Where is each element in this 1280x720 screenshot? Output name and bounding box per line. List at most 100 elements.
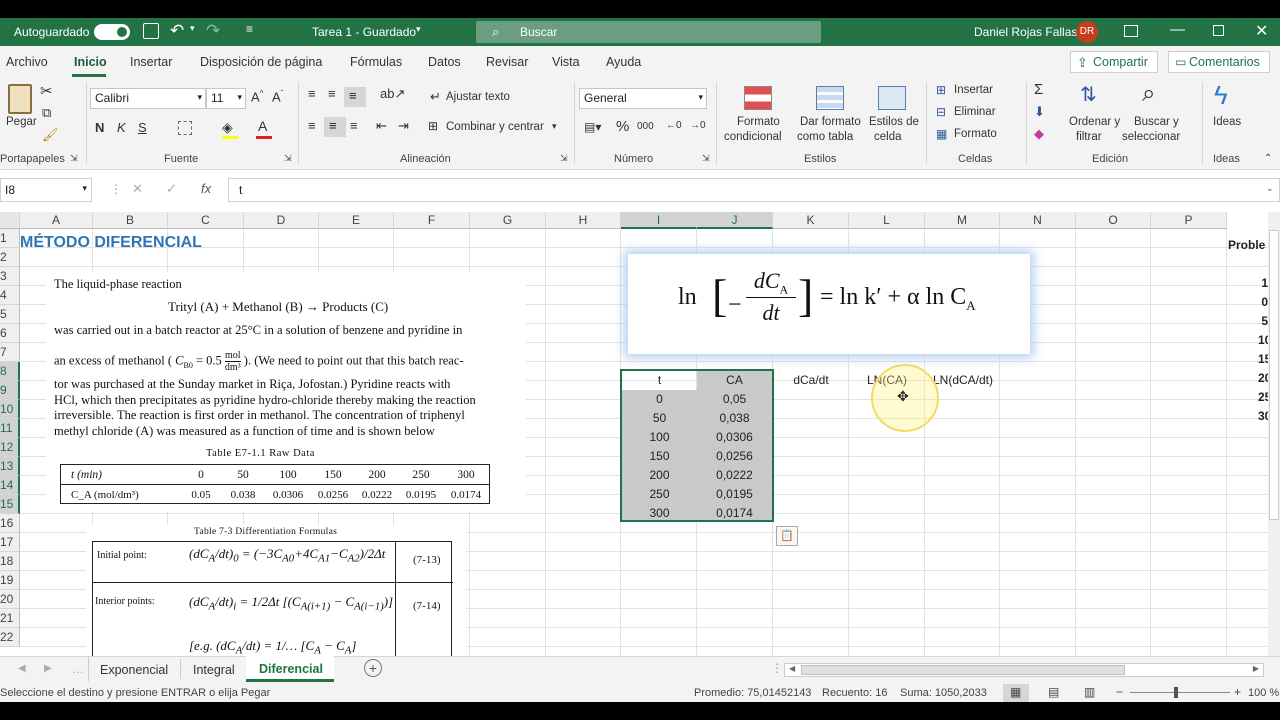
header-ca[interactable]: CA — [697, 371, 772, 390]
sort-filter-line2[interactable]: filtrar — [1076, 131, 1102, 143]
row-header[interactable]: 13 — [0, 457, 20, 476]
row-header[interactable]: 9 — [0, 381, 20, 400]
user-name[interactable]: Daniel Rojas Fallas — [974, 25, 1077, 39]
accounting-icon[interactable]: ▤▾ — [584, 120, 601, 134]
row-header[interactable]: 7 — [0, 343, 20, 362]
cell-t[interactable]: 250 — [622, 485, 697, 504]
italic-button[interactable]: K — [117, 120, 126, 135]
enter-icon[interactable]: ✓ — [166, 181, 177, 197]
column-header[interactable]: H — [546, 212, 621, 229]
paste-button[interactable]: Pegar — [6, 116, 37, 128]
row-header[interactable]: 3 — [0, 267, 20, 286]
zoom-in-icon[interactable]: + — [1234, 685, 1241, 699]
row-header[interactable]: 5 — [0, 305, 20, 324]
delete-cells-button[interactable]: Eliminar — [954, 106, 996, 118]
cell-styles-line2[interactable]: celda — [874, 131, 902, 143]
tab-insertar[interactable]: Insertar — [130, 55, 172, 69]
paste-icon[interactable] — [8, 84, 32, 114]
cancel-icon[interactable]: ✕ — [132, 181, 143, 197]
cell-ca[interactable]: 0,038 — [697, 409, 772, 428]
merge-center-button[interactable]: Combinar y centrar — [446, 121, 544, 133]
cell-ca[interactable]: 0,0195 — [697, 485, 772, 504]
column-header[interactable]: K — [773, 212, 849, 229]
close-icon[interactable]: ✕ — [1255, 21, 1268, 41]
align-middle-icon[interactable]: ≡ — [328, 86, 336, 101]
decrease-font-icon[interactable]: Aˇ — [272, 89, 283, 104]
format-table-line1[interactable]: Dar formato — [800, 116, 861, 128]
tab-vista[interactable]: Vista — [552, 55, 580, 69]
header-dca-dt[interactable]: dCa/dt — [773, 371, 849, 390]
borders-icon[interactable] — [178, 121, 192, 135]
zoom-slider[interactable] — [1130, 692, 1230, 693]
increase-indent-icon[interactable]: ⇥ — [398, 118, 409, 134]
cell-styles-icon[interactable] — [878, 86, 906, 110]
horizontal-scroll-thumb[interactable] — [801, 665, 1125, 675]
paste-options-icon[interactable]: 📋 — [776, 526, 798, 546]
conditional-format-line1[interactable]: Formato — [737, 116, 780, 128]
align-bottom-button[interactable]: ≡ — [344, 87, 366, 107]
ideas-icon[interactable]: ϟ — [1214, 80, 1228, 111]
row-header[interactable]: 11 — [0, 419, 20, 438]
ribbon-display-icon[interactable] — [1124, 25, 1138, 37]
row-header[interactable]: 22 — [0, 628, 20, 647]
status-count[interactable]: Recuento: 16 — [822, 687, 887, 699]
increase-decimal-icon[interactable]: ←0 — [666, 120, 682, 131]
cell-ca[interactable]: 0,05 — [697, 390, 772, 409]
save-icon[interactable] — [143, 23, 159, 39]
alignment-launcher-icon[interactable]: ⇲ — [560, 153, 568, 164]
align-left-icon[interactable]: ≡ — [308, 118, 316, 133]
zoom-slider-thumb[interactable] — [1174, 687, 1178, 698]
format-painter-icon[interactable]: 🖌 — [42, 127, 59, 143]
find-select-line2[interactable]: seleccionar — [1122, 131, 1180, 143]
cut-icon[interactable]: ✂ — [40, 82, 53, 100]
tab-disposicion[interactable]: Disposición de página — [200, 55, 322, 69]
orientation-icon[interactable]: ab↗ — [380, 86, 405, 102]
font-name-combo[interactable]: Calibri ▾ — [90, 88, 206, 109]
document-title[interactable]: Tarea 1 - Guardado — [312, 25, 416, 39]
column-header[interactable]: B — [93, 212, 168, 229]
number-format-combo[interactable]: General ▾ — [579, 88, 707, 109]
comments-button[interactable]: ▭ Comentarios — [1168, 51, 1270, 73]
column-header[interactable]: O — [1076, 212, 1151, 229]
format-table-icon[interactable] — [816, 86, 844, 110]
insert-function-icon[interactable]: fx — [201, 181, 211, 196]
zoom-out-icon[interactable]: − — [1116, 685, 1123, 699]
page-break-icon[interactable]: ▥ — [1084, 685, 1095, 699]
row-header[interactable]: 14 — [0, 476, 20, 495]
autosave-toggle[interactable] — [94, 24, 130, 40]
cell-styles-line1[interactable]: Estilos de — [869, 116, 919, 128]
search-box[interactable]: ⌕ Buscar — [476, 21, 821, 43]
cell-t[interactable]: 150 — [622, 447, 697, 466]
conditional-format-icon[interactable] — [744, 86, 772, 110]
wrap-text-button[interactable]: Ajustar texto — [446, 91, 510, 103]
percent-icon[interactable]: % — [616, 118, 629, 135]
copy-icon[interactable]: ⧉ — [42, 105, 51, 121]
find-select-line1[interactable]: Buscar y — [1134, 116, 1179, 128]
column-header[interactable]: G — [470, 212, 546, 229]
column-header[interactable]: N — [1000, 212, 1076, 229]
header-t[interactable]: t — [622, 371, 697, 390]
customize-toolbar-icon[interactable]: ≡ — [246, 22, 253, 36]
column-header[interactable]: C — [168, 212, 244, 229]
underline-button[interactable]: S — [138, 120, 147, 135]
autosum-icon[interactable]: Σ — [1034, 81, 1043, 98]
decrease-decimal-icon[interactable]: →0 — [690, 120, 706, 131]
normal-view-button[interactable]: ▦ — [1003, 684, 1029, 702]
row-header[interactable]: 10 — [0, 400, 20, 419]
font-size-combo[interactable]: 11 ▾ — [206, 88, 246, 109]
sheet-tab-integral[interactable]: Integral — [193, 663, 235, 677]
page-layout-icon[interactable]: ▤ — [1048, 685, 1059, 699]
column-header[interactable]: J — [697, 212, 773, 229]
horizontal-scrollbar[interactable]: ◀ ▶ — [784, 663, 1264, 677]
expand-formula-icon[interactable]: ⌄ — [1266, 183, 1274, 194]
row-header[interactable]: 4 — [0, 286, 20, 305]
share-button[interactable]: ⇪ Compartir — [1070, 51, 1158, 73]
cell-t[interactable]: 0 — [622, 390, 697, 409]
worksheet-grid[interactable]: ABCDEFGHIJKLMNOP 1 2 3 4 5 6 7 8 9 10 11 12 13 14 15 16… — [0, 212, 1268, 656]
formula-input[interactable]: t — [228, 178, 1280, 202]
cell-ca[interactable]: 0,0222 — [697, 466, 772, 485]
row-header[interactable]: 16 — [0, 514, 20, 533]
row-header[interactable]: 21 — [0, 609, 20, 628]
tab-archivo[interactable]: Archivo — [6, 55, 48, 69]
font-color-icon[interactable]: A — [258, 118, 267, 134]
